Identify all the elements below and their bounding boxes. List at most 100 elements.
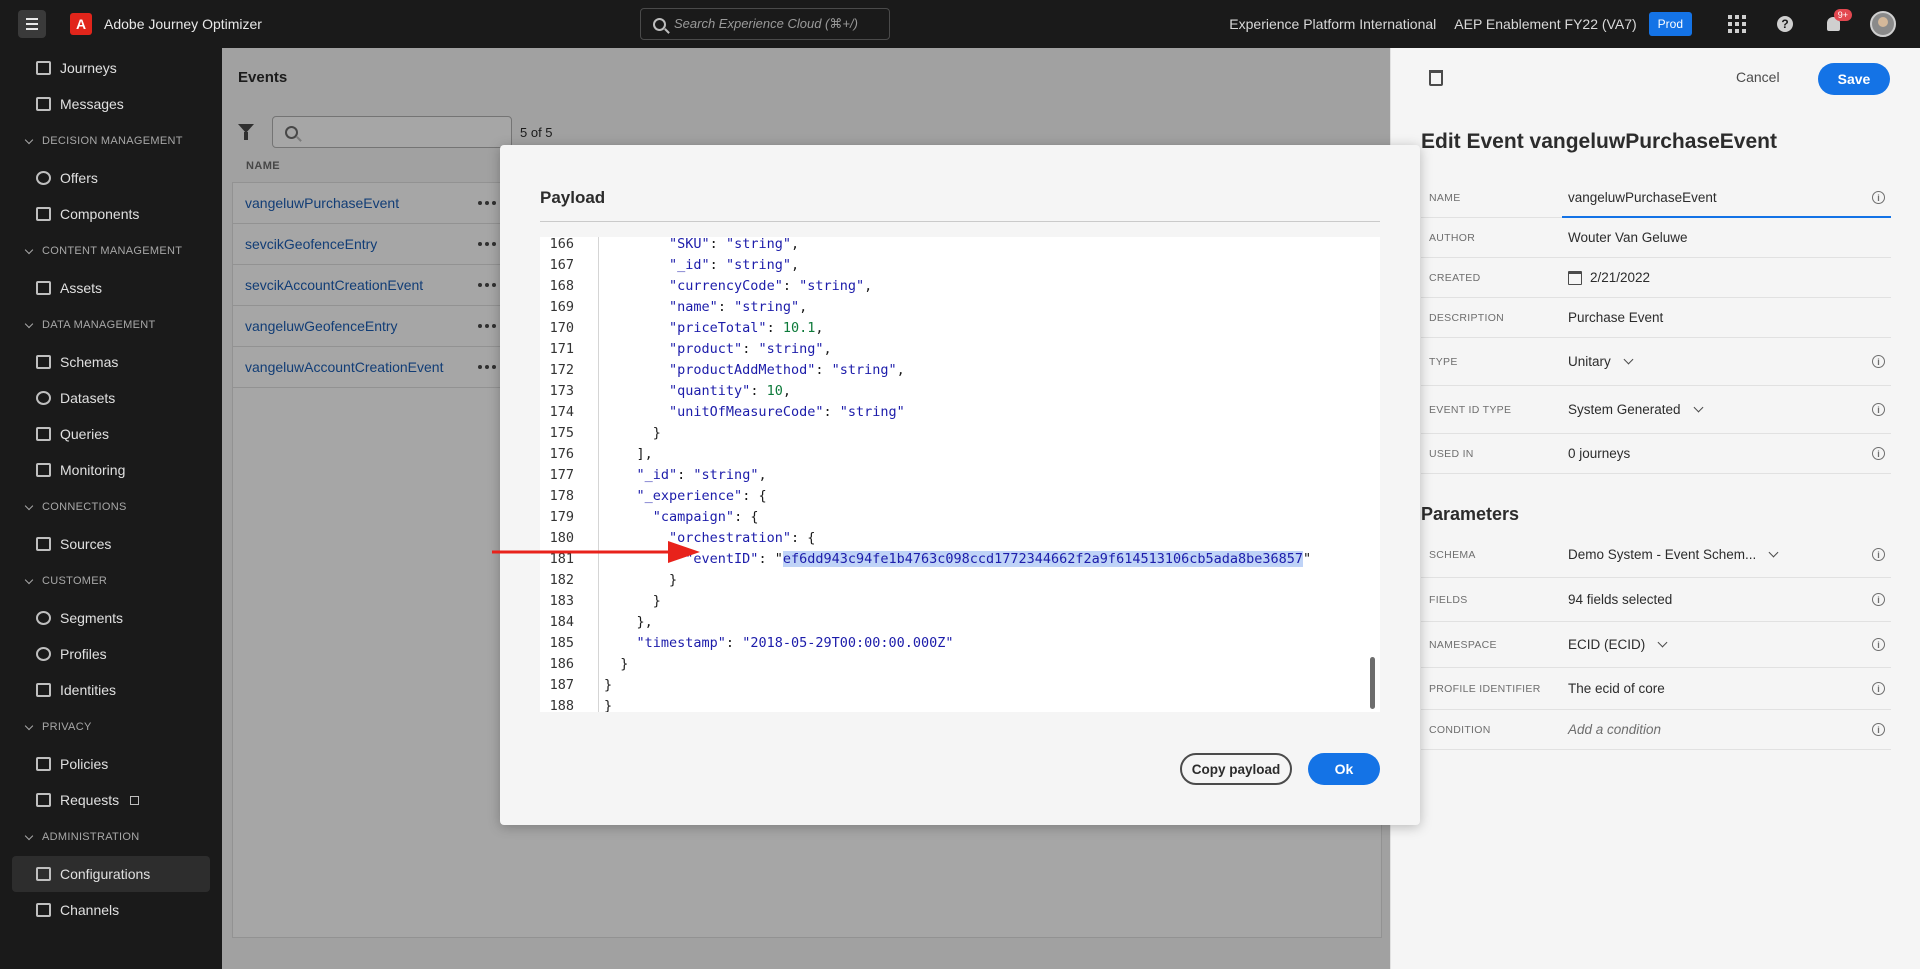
code-line: 184 }, [540,612,1380,633]
chevron-down-icon [24,319,34,328]
sidebar-item-queries[interactable]: Queries [0,416,222,452]
identities-icon [36,683,51,697]
fields-selected-value[interactable]: 94 fields selected [1568,592,1672,607]
type-field[interactable]: TYPE Unitary i [1421,338,1891,386]
sidebar-item-profiles[interactable]: Profiles [0,636,222,672]
sidebar-section-decision-management[interactable]: DECISION MANAGEMENT [0,122,222,160]
sidebar-item-schemas[interactable]: Schemas [0,344,222,380]
payload-dialog: Payload 166 "SKU": "string", 167 "_id": "… [500,145,1420,825]
ok-button[interactable]: Ok [1308,753,1380,785]
namespace-dropdown[interactable]: ECID (ECID) [1568,637,1668,652]
app-title[interactable]: Adobe Journey Optimizer [104,16,262,32]
sidebar-item-requests[interactable]: Requests [0,782,222,818]
schema-dropdown[interactable]: Demo System - Event Schem... [1568,547,1779,562]
sidebar-item-configurations[interactable]: Configurations [12,856,210,892]
sidebar-item-segments[interactable]: Segments [0,600,222,636]
section-title: ADMINISTRATION [42,831,140,843]
help-icon[interactable]: ? [1774,13,1796,35]
user-avatar[interactable] [1870,11,1896,37]
info-icon[interactable]: i [1872,593,1885,606]
sidebar-item-datasets[interactable]: Datasets [0,380,222,416]
sidebar-section-content-management[interactable]: CONTENT MANAGEMENT [0,232,222,270]
info-icon[interactable]: i [1872,447,1885,460]
left-navigation: Journeys Messages DECISION MANAGEMENT Of… [0,48,222,969]
line-number: 185 [549,635,574,651]
fields-field[interactable]: FIELDS 94 fields selected i [1421,578,1891,622]
sidebar-item-sources[interactable]: Sources [0,526,222,562]
profile-identifier-field[interactable]: PROFILE IDENTIFIER The ecid of core i [1421,668,1891,710]
namespace-field[interactable]: NAMESPACE ECID (ECID) i [1421,622,1891,668]
info-icon[interactable]: i [1872,355,1885,368]
info-icon[interactable]: i [1872,723,1885,736]
sidebar-item-assets[interactable]: Assets [0,270,222,306]
sandbox-switcher[interactable]: AEP Enablement FY22 (VA7) [1454,16,1636,32]
calendar-icon [1568,270,1582,285]
sidebar-section-privacy[interactable]: PRIVACY [0,708,222,746]
sidebar-item-offers[interactable]: Offers [0,160,222,196]
code-line: 179 "campaign": { [540,507,1380,528]
name-field[interactable]: NAME vangeluwPurchaseEvent i [1421,178,1891,218]
sidebar-section-connections[interactable]: CONNECTIONS [0,488,222,526]
section-title: DECISION MANAGEMENT [42,135,183,147]
info-icon[interactable]: i [1872,403,1885,416]
code-line: 185 "timestamp": "2018-05-29T00:00:00.00… [540,633,1380,654]
sidebar-item-label: Segments [60,610,124,626]
channels-icon [36,903,51,917]
used-in-value: 0 journeys [1568,446,1631,461]
save-button[interactable]: Save [1818,63,1890,95]
apps-grid-icon[interactable] [1726,13,1748,35]
info-icon[interactable]: i [1872,682,1885,695]
adobe-logo-icon[interactable]: A [70,13,92,35]
payload-code-viewer[interactable]: 166 "SKU": "string", 167 "_id": "string",… [540,237,1380,712]
event-id-type-dropdown[interactable]: System Generated [1568,402,1704,417]
schema-field[interactable]: SCHEMA Demo System - Event Schem... i [1421,532,1891,578]
section-title: CONNECTIONS [42,501,127,513]
code-line: 167 "_id": "string", [540,255,1380,276]
sidebar-item-messages[interactable]: Messages [0,86,222,122]
sidebar-section-customer[interactable]: CUSTOMER [0,562,222,600]
sidebar-item-channels[interactable]: Channels [0,892,222,928]
profile-identifier-value[interactable]: The ecid of core [1568,681,1665,696]
info-icon[interactable]: i [1872,548,1885,561]
add-condition-link[interactable]: Add a condition [1568,722,1661,737]
menu-icon[interactable] [18,10,46,38]
sidebar-item-policies[interactable]: Policies [0,746,222,782]
copy-payload-button[interactable]: Copy payload [1180,753,1292,785]
sidebar-item-monitoring[interactable]: Monitoring [0,452,222,488]
line-number: 172 [549,362,574,378]
field-label: PROFILE IDENTIFIER [1429,682,1541,695]
author-value: Wouter Van Geluwe [1568,230,1688,245]
sidebar-section-administration[interactable]: ADMINISTRATION [0,818,222,856]
sidebar-item-components[interactable]: Components [0,196,222,232]
components-icon [36,207,51,221]
sidebar-item-label: Queries [60,426,110,442]
condition-field[interactable]: CONDITION Add a condition i [1421,710,1891,750]
sidebar-item-journeys[interactable]: Journeys [0,50,222,86]
event-id-type-field[interactable]: EVENT ID TYPE System Generated i [1421,386,1891,434]
field-label: NAMESPACE [1429,638,1497,651]
sidebar-item-label: Components [60,206,140,222]
sidebar-item-identities[interactable]: Identities [0,672,222,708]
sidebar-section-data-management[interactable]: DATA MANAGEMENT [0,306,222,344]
notifications-bell-icon[interactable]: 9+ [1822,9,1852,35]
section-title: CUSTOMER [42,575,108,587]
description-field[interactable]: DESCRIPTION Purchase Event [1421,298,1891,338]
code-text: "eventID": "ef6dd943c94fe1b4763c098ccd17… [685,551,1312,567]
delete-trash-icon[interactable] [1429,70,1443,86]
line-number: 186 [549,656,574,672]
code-text: "currencyCode": "string", [669,278,873,294]
info-icon[interactable]: i [1872,638,1885,651]
code-line: 176 ], [540,444,1380,465]
org-switcher[interactable]: Experience Platform International [1229,16,1436,32]
code-scrollbar[interactable] [1370,657,1375,709]
description-input[interactable]: Purchase Event [1568,310,1663,325]
author-field: AUTHOR Wouter Van Geluwe [1421,218,1891,258]
global-search-input[interactable]: Search Experience Cloud (⌘+/) [640,8,890,40]
edit-event-panel: Cancel Save Edit Event vangeluwPurchaseE… [1390,48,1920,969]
info-icon[interactable]: i [1872,191,1885,204]
line-number: 175 [549,425,574,441]
code-text: } [604,656,629,672]
type-dropdown[interactable]: Unitary [1568,354,1634,369]
name-input[interactable]: vangeluwPurchaseEvent [1568,190,1717,205]
cancel-button[interactable]: Cancel [1736,69,1780,85]
